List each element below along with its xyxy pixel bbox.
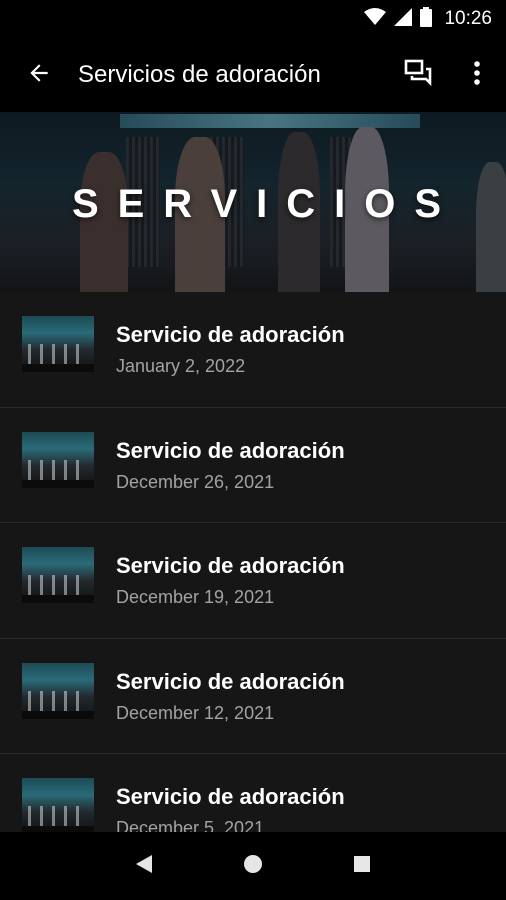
service-date: December 12, 2021 xyxy=(116,702,275,723)
service-date: January 2, 2022 xyxy=(116,356,246,376)
page-title: Servicios de adoración xyxy=(78,61,321,88)
status-time: 10:26 xyxy=(444,8,492,29)
service-title: Servicio de adoración xyxy=(116,668,345,694)
system-recents-button[interactable] xyxy=(342,846,382,886)
recents-square-icon xyxy=(353,855,371,878)
service-title: Servicio de adoración xyxy=(116,553,345,578)
service-title: Servicio de adoración xyxy=(116,322,345,347)
hero-title: SERVICIOS xyxy=(71,182,461,226)
status-bar: 10:26 xyxy=(0,0,506,38)
back-triangle-icon xyxy=(135,854,153,879)
service-thumbnail xyxy=(22,778,94,834)
service-title: Servicio de adoración xyxy=(116,784,345,809)
list-item[interactable]: Servicio de adoración December 26, 2021 xyxy=(0,408,506,523)
system-back-button[interactable] xyxy=(124,846,164,886)
home-circle-icon xyxy=(243,854,263,879)
more-vert-icon xyxy=(473,60,481,91)
list-item[interactable]: Servicio de adoración December 12, 2021 xyxy=(0,639,506,754)
app-bar: Servicios de adoración xyxy=(0,38,506,112)
hero-banner: SERVICIOS xyxy=(0,112,506,292)
service-thumbnail xyxy=(22,547,94,603)
list-item[interactable]: Servicio de adoración December 5, 2021 xyxy=(0,754,506,840)
battery-icon xyxy=(420,6,433,32)
service-title: Servicio de adoración xyxy=(116,437,345,463)
stage-light-decoration xyxy=(120,114,420,128)
back-button[interactable] xyxy=(0,38,78,112)
chat-button[interactable] xyxy=(390,38,448,112)
chat-icon xyxy=(404,59,434,92)
service-thumbnail xyxy=(22,316,94,372)
system-nav-bar xyxy=(0,832,506,900)
services-list: Servicio de adoración January 2, 2022 Se… xyxy=(0,292,506,840)
signal-icon xyxy=(394,7,413,31)
list-item[interactable]: Servicio de adoración December 19, 2021 xyxy=(0,523,506,639)
service-thumbnail xyxy=(22,431,94,488)
wifi-icon xyxy=(364,7,387,31)
service-date: December 26, 2021 xyxy=(116,471,275,492)
more-options-button[interactable] xyxy=(448,38,506,112)
service-thumbnail xyxy=(22,662,94,719)
service-date: December 19, 2021 xyxy=(116,587,275,607)
system-home-button[interactable] xyxy=(233,846,273,886)
back-arrow-icon xyxy=(26,60,52,91)
list-item[interactable]: Servicio de adoración January 2, 2022 xyxy=(0,292,506,408)
